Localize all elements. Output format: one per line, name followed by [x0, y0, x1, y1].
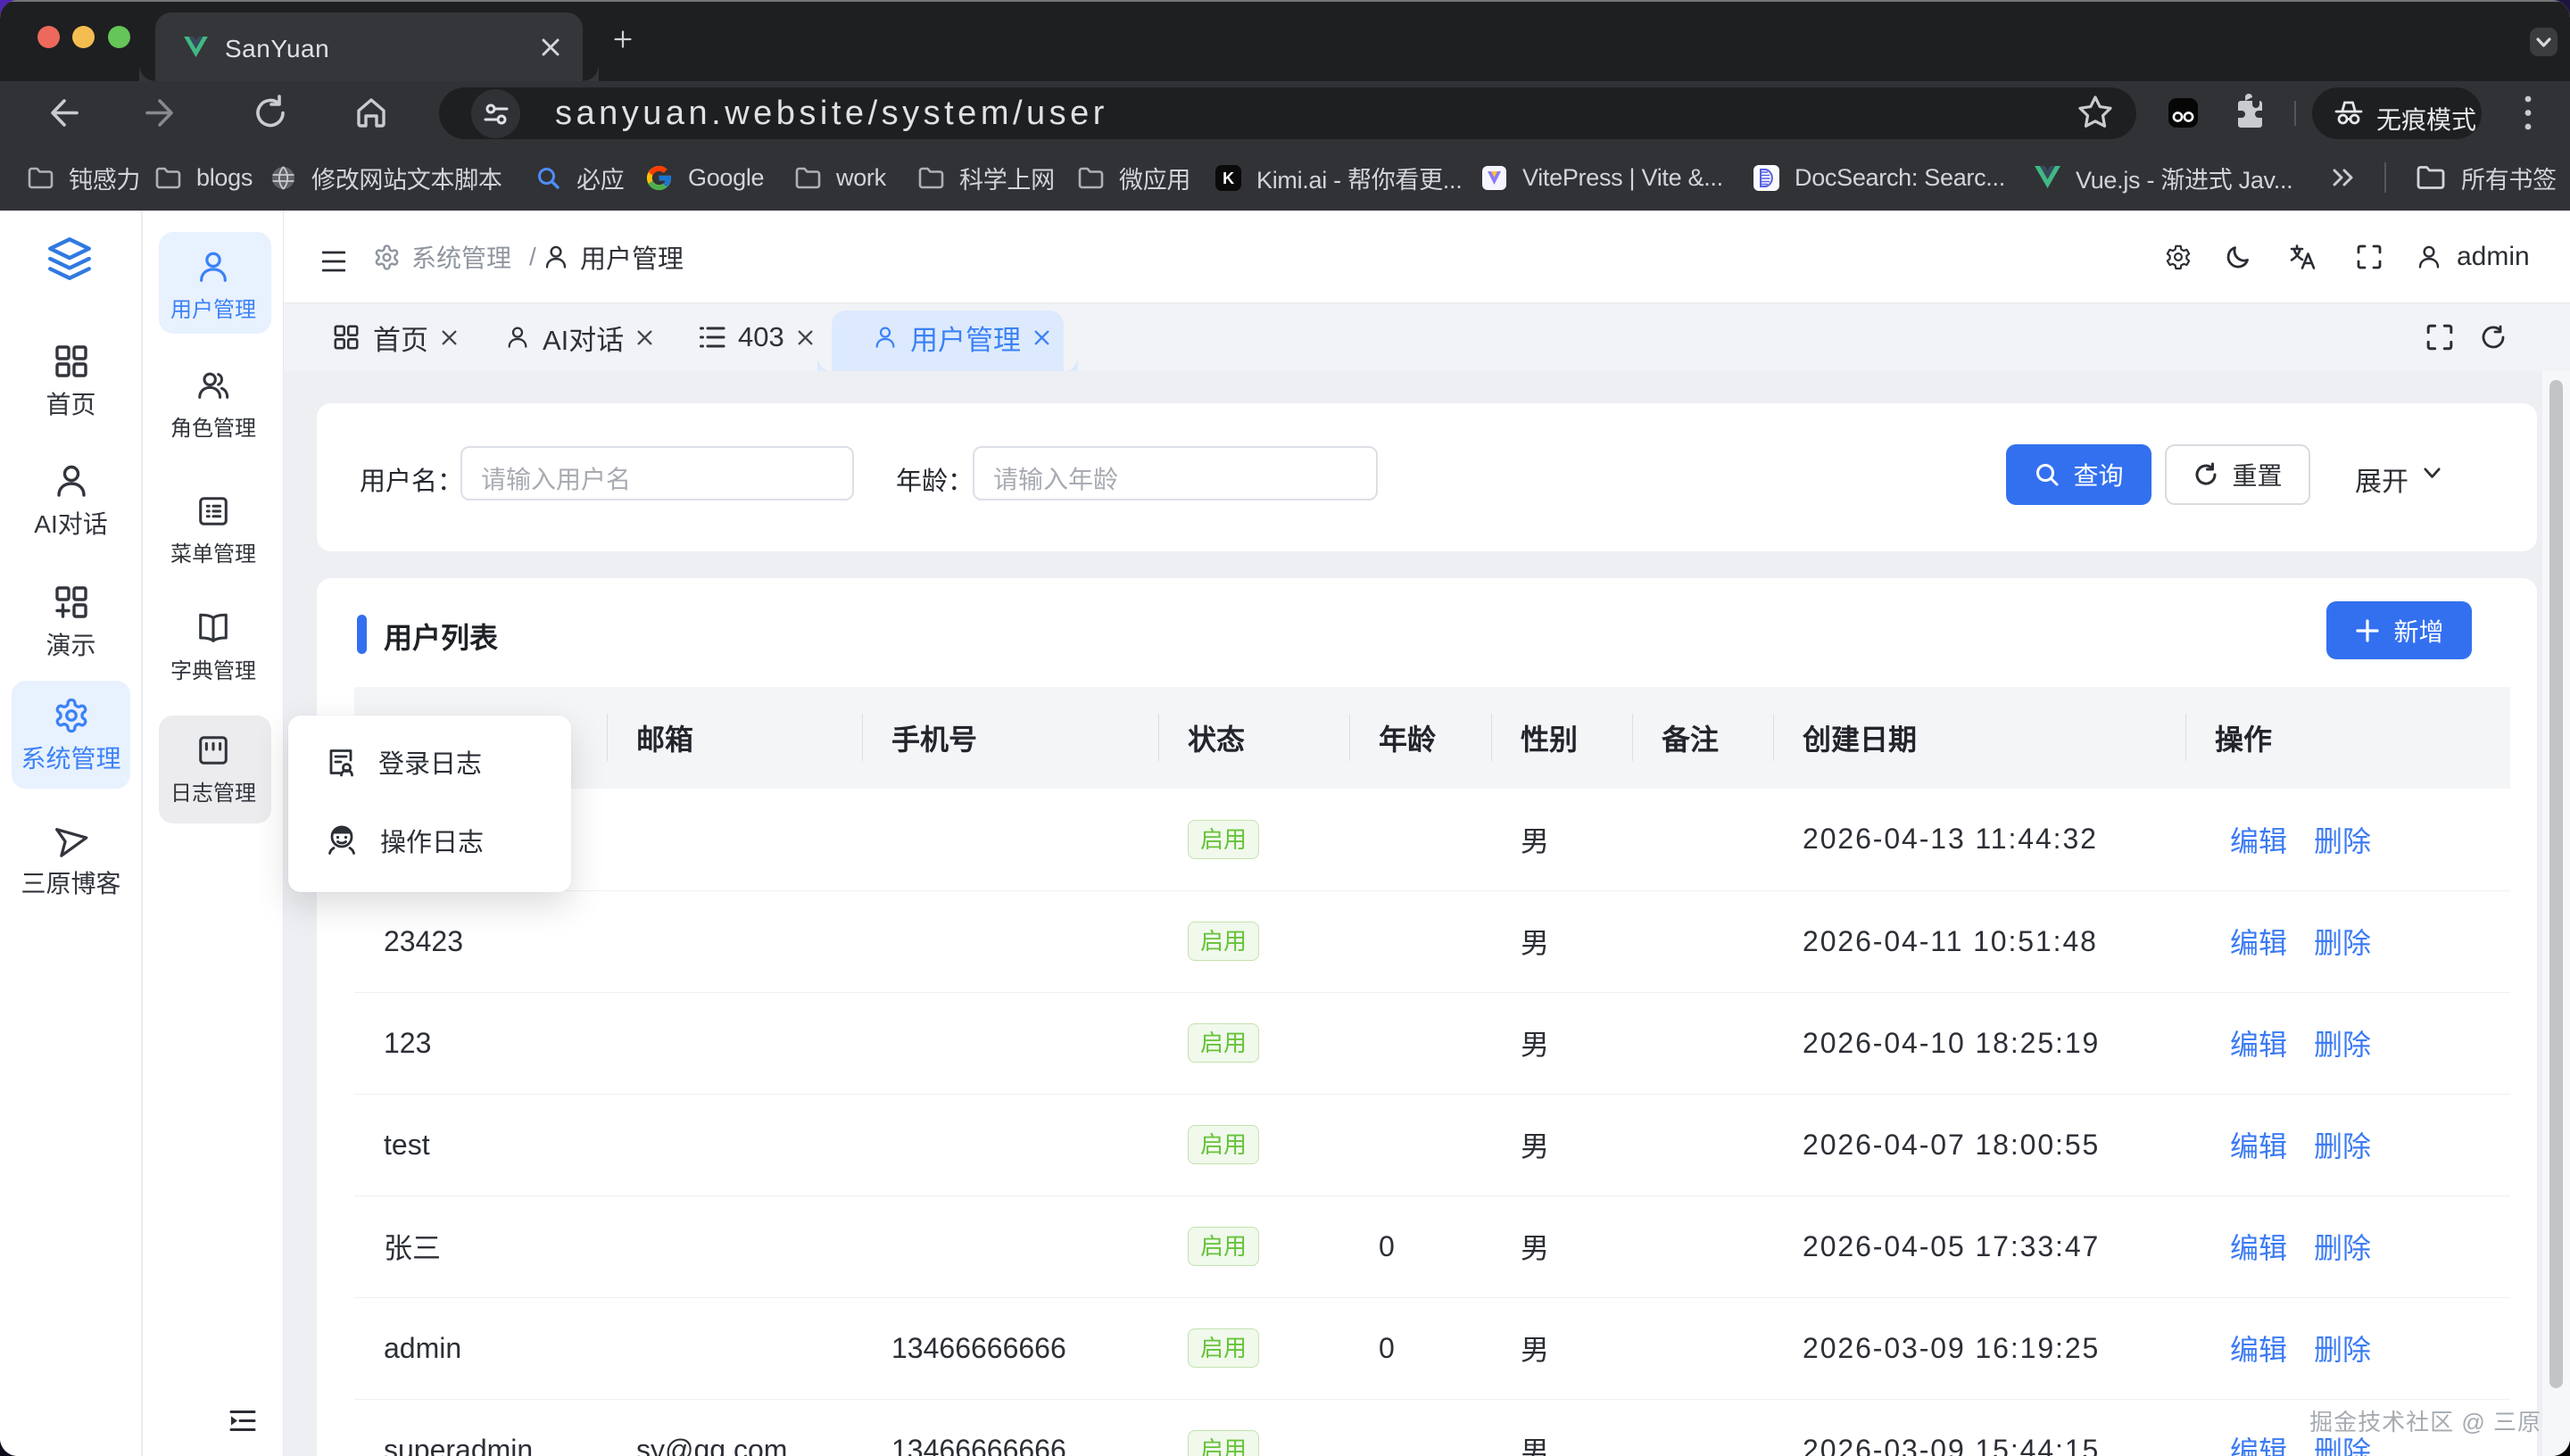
svg-text:K: K — [1223, 170, 1234, 187]
